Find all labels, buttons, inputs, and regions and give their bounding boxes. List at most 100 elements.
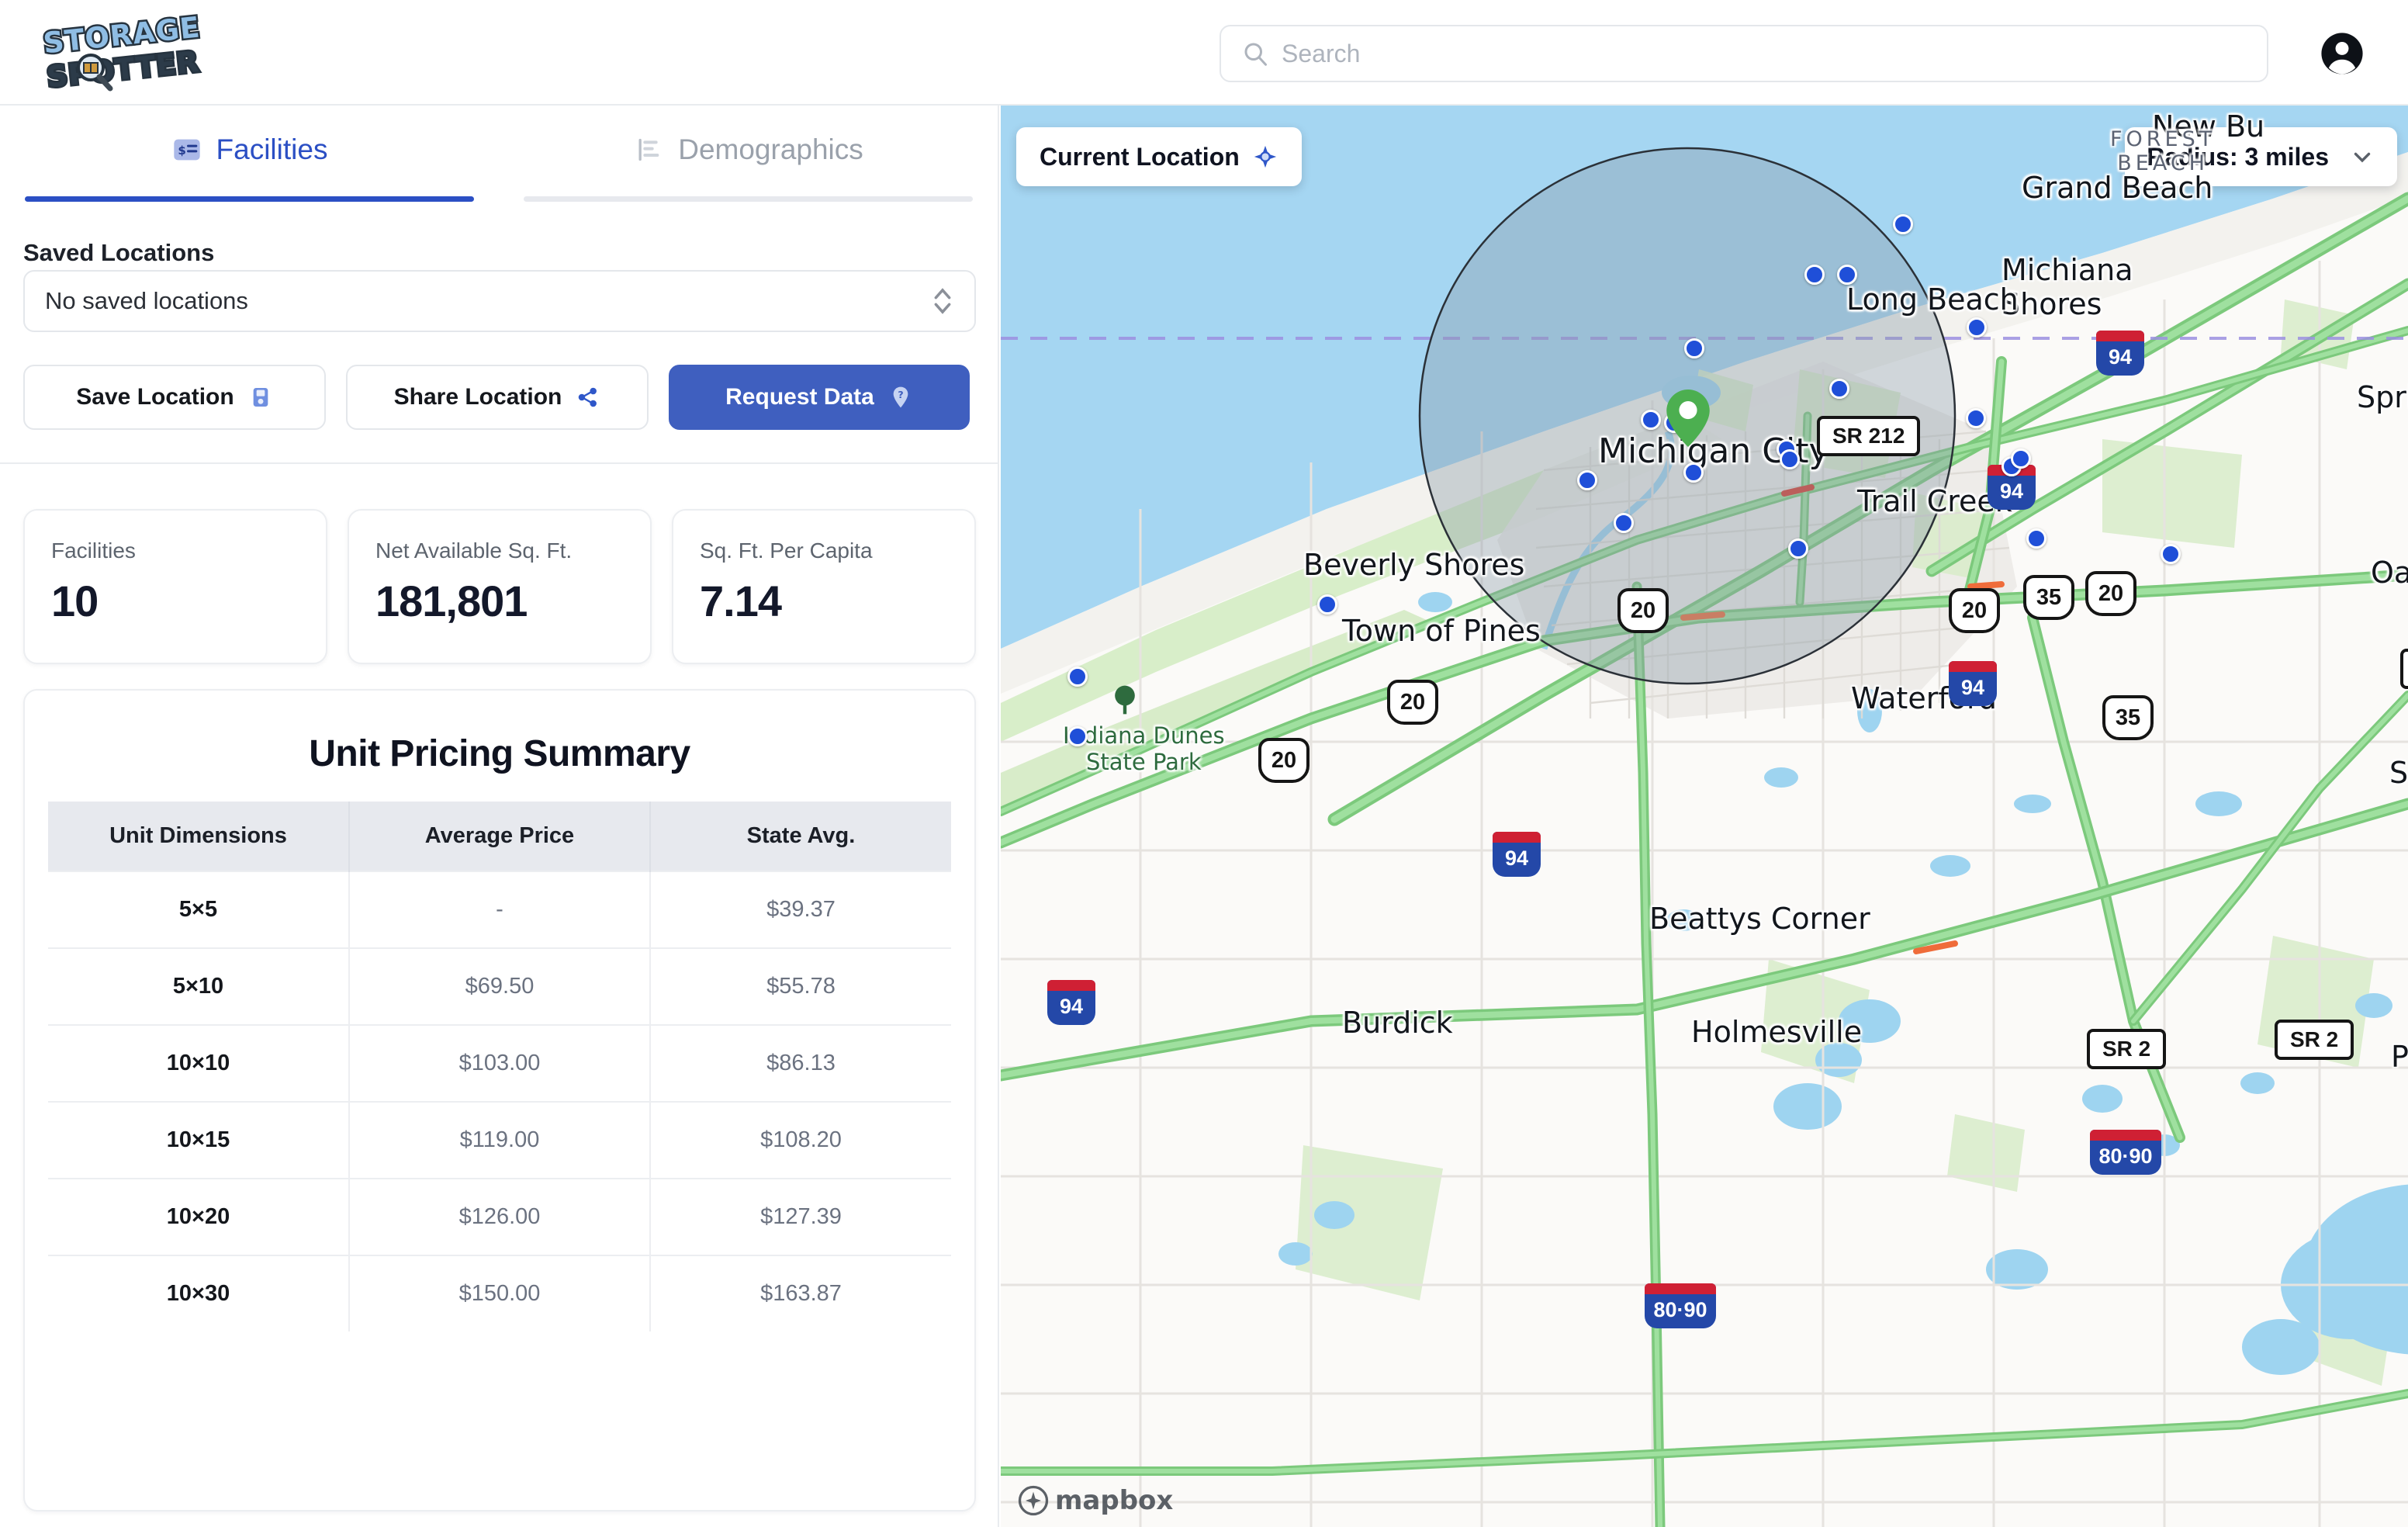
request-data-button[interactable]: Request Data ? xyxy=(669,365,970,430)
radius-label: Radius: 3 miles xyxy=(2147,142,2329,171)
pricing-card-title: Unit Pricing Summary xyxy=(309,733,690,774)
column-header-state-avg: State Avg. xyxy=(650,802,951,871)
share-location-label: Share Location xyxy=(393,384,562,410)
stat-value: 181,801 xyxy=(375,577,528,625)
cell-state-avg: $39.37 xyxy=(650,871,951,948)
cell-average-price: $119.00 xyxy=(349,1101,651,1179)
tab-demographics-label: Demographics xyxy=(678,133,863,165)
column-header-average-price: Average Price xyxy=(349,802,651,871)
table-row: 10×30 $150.00 $163.87 xyxy=(48,1255,951,1331)
location-action-buttons: Save Location Share Location Request Dat… xyxy=(23,365,976,430)
facility-marker[interactable] xyxy=(1641,410,1661,430)
saved-locations-label: Saved Locations xyxy=(23,239,215,266)
radius-dropdown[interactable]: Radius: 3 miles xyxy=(2125,127,2397,186)
cell-unit-dimensions: 5×10 xyxy=(48,947,350,1025)
stat-label: Facilities xyxy=(51,538,136,563)
facility-marker[interactable] xyxy=(1067,667,1088,687)
save-location-button[interactable]: Save Location xyxy=(23,365,326,430)
mapbox-attribution[interactable]: mapbox xyxy=(1018,1485,1173,1516)
facility-marker[interactable] xyxy=(1966,408,1986,428)
summary-stat-cards: Facilities 10 Net Available Sq. Ft. 181,… xyxy=(23,509,976,664)
map-view[interactable]: Current Location Radius: 3 miles New Bu F… xyxy=(1001,106,2408,1527)
facilities-list-icon: $ xyxy=(173,139,200,161)
stat-value: 7.14 xyxy=(700,577,782,625)
cell-unit-dimensions: 10×15 xyxy=(48,1101,350,1179)
tab-facilities-underline xyxy=(25,196,474,202)
table-header-row: Unit Dimensions Average Price State Avg. xyxy=(48,802,951,871)
panel-divider xyxy=(0,462,998,464)
crosshair-target-icon xyxy=(1254,145,1276,168)
cell-unit-dimensions: 5×5 xyxy=(48,871,350,948)
cell-state-avg: $108.20 xyxy=(650,1101,951,1179)
cell-average-price: $150.00 xyxy=(349,1255,651,1331)
svg-text:$: $ xyxy=(178,144,185,158)
facility-marker[interactable] xyxy=(1683,462,1704,483)
cell-unit-dimensions: 10×10 xyxy=(48,1024,350,1102)
search-bar[interactable] xyxy=(1220,25,2268,82)
park-tree-icon xyxy=(1115,685,1135,715)
facility-marker[interactable] xyxy=(1067,726,1088,746)
stat-label: Net Available Sq. Ft. xyxy=(375,538,573,563)
share-location-button[interactable]: Share Location xyxy=(346,365,649,430)
facility-marker[interactable] xyxy=(1317,594,1337,615)
search-input[interactable] xyxy=(1282,39,2247,68)
current-location-button[interactable]: Current Location xyxy=(1016,127,1302,186)
column-header-unit-dimensions: Unit Dimensions xyxy=(48,802,350,871)
facility-marker[interactable] xyxy=(2026,528,2046,549)
table-row: 10×15 $119.00 $108.20 xyxy=(48,1101,951,1179)
cell-state-avg: $127.39 xyxy=(650,1178,951,1255)
top-app-bar: STORAGE STORAGE SPOTTER SPOTTER xyxy=(0,0,2408,106)
stat-value: 10 xyxy=(51,577,99,625)
stat-card-net-available-sqft: Net Available Sq. Ft. 181,801 xyxy=(348,509,652,664)
share-nodes-icon xyxy=(579,387,597,407)
facility-marker[interactable] xyxy=(1804,265,1825,285)
cell-unit-dimensions: 10×30 xyxy=(48,1255,350,1331)
save-disk-icon xyxy=(253,388,268,407)
facility-marker[interactable] xyxy=(1684,338,1704,358)
panel-tabs: $ Facilities Demographics xyxy=(0,106,998,202)
facility-marker[interactable] xyxy=(1837,265,1857,285)
facility-marker[interactable] xyxy=(1788,538,1808,559)
unit-pricing-summary-card: Unit Pricing Summary Unit Dimensions Ave… xyxy=(23,689,976,1511)
facility-marker[interactable] xyxy=(1614,513,1634,533)
tab-demographics-underline xyxy=(524,196,973,202)
request-data-label: Request Data xyxy=(725,384,874,410)
save-location-label: Save Location xyxy=(76,384,234,410)
facility-marker[interactable] xyxy=(1967,317,1987,338)
search-icon xyxy=(1244,43,1267,66)
mapbox-logo-icon xyxy=(1018,1485,1049,1516)
brand-logo[interactable]: STORAGE STORAGE SPOTTER SPOTTER xyxy=(40,11,234,96)
svg-text:?: ? xyxy=(898,389,903,400)
table-row: 10×10 $103.00 $86.13 xyxy=(48,1024,951,1102)
facility-marker[interactable] xyxy=(2011,448,2031,469)
cell-state-avg: $163.87 xyxy=(650,1255,951,1331)
facility-marker[interactable] xyxy=(1893,214,1913,234)
chevron-up-down-icon xyxy=(934,288,951,314)
cell-unit-dimensions: 10×20 xyxy=(48,1178,350,1255)
account-circle-icon[interactable] xyxy=(2320,31,2365,76)
map-pin-icon[interactable] xyxy=(1666,390,1710,447)
facility-marker[interactable] xyxy=(1829,379,1849,399)
facility-marker[interactable] xyxy=(1780,449,1800,469)
saved-locations-select[interactable]: No saved locations xyxy=(23,270,976,332)
tab-demographics[interactable]: Demographics xyxy=(499,106,998,202)
unit-pricing-table: Unit Dimensions Average Price State Avg.… xyxy=(48,802,951,1331)
cell-average-price: $69.50 xyxy=(349,947,651,1025)
demographics-chart-icon xyxy=(638,138,659,161)
storage-spotter-logo-icon: STORAGE STORAGE SPOTTER SPOTTER xyxy=(40,11,204,96)
cell-state-avg: $55.78 xyxy=(650,947,951,1025)
cell-average-price: - xyxy=(349,871,651,948)
facility-marker[interactable] xyxy=(1577,470,1597,490)
facility-marker[interactable] xyxy=(2161,544,2181,564)
cell-state-avg: $86.13 xyxy=(650,1024,951,1102)
current-location-label: Current Location xyxy=(1040,142,1240,171)
table-row: 10×20 $126.00 $127.39 xyxy=(48,1178,951,1255)
mapbox-wordmark: mapbox xyxy=(1055,1485,1174,1516)
stat-card-facilities: Facilities 10 xyxy=(23,509,327,664)
cell-average-price: $126.00 xyxy=(349,1178,651,1255)
tab-facilities[interactable]: $ Facilities xyxy=(0,106,499,202)
left-panel: $ Facilities Demographics Saved Location… xyxy=(0,106,999,1527)
table-row: 5×5- $39.37 xyxy=(48,871,951,948)
stat-card-sqft-per-capita: Sq. Ft. Per Capita 7.14 xyxy=(672,509,976,664)
cell-average-price: $103.00 xyxy=(349,1024,651,1102)
